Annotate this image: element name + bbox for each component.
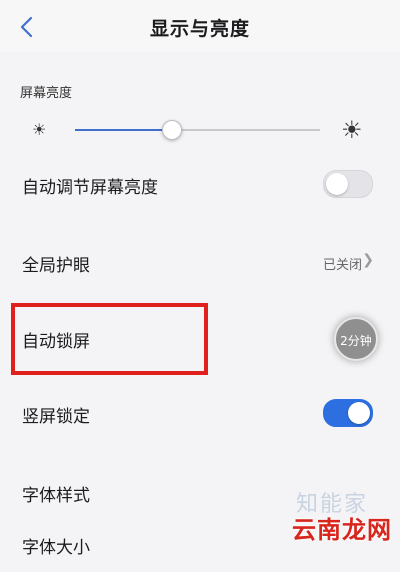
- highlight-box: [11, 303, 208, 375]
- brightness-slider[interactable]: [75, 120, 320, 140]
- eye-care-value: 已关闭: [322, 258, 362, 273]
- auto-brightness-toggle[interactable]: [323, 170, 373, 198]
- top-bar: 显示与亮度: [0, 0, 400, 52]
- chevron-right-icon: ❯: [362, 252, 374, 268]
- eye-care-row[interactable]: 全局护眼 已关闭 ❯: [0, 236, 400, 290]
- page-title: 显示与亮度: [149, 18, 250, 40]
- eye-care-label: 全局护眼: [22, 256, 90, 276]
- portrait-lock-toggle[interactable]: [323, 399, 373, 427]
- brightness-slider-thumb[interactable]: [161, 120, 182, 140]
- toggle-knob: [326, 173, 348, 195]
- toggle-knob: [348, 402, 370, 424]
- portrait-lock-label: 竖屏锁定: [22, 407, 90, 427]
- brightness-slider-row: ☀ ☀: [0, 110, 400, 150]
- watermark-logo: 云南龙网: [292, 516, 392, 544]
- auto-brightness-label: 自动调节屏幕亮度: [22, 178, 158, 198]
- font-style-label: 字体样式: [22, 486, 90, 506]
- brightness-slider-fill: [75, 129, 171, 131]
- brightness-section-label: 屏幕亮度: [20, 86, 73, 101]
- portrait-lock-row[interactable]: 竖屏锁定: [0, 387, 400, 441]
- auto-lock-value: 2分钟: [334, 317, 378, 361]
- sun-large-icon: ☀: [341, 116, 363, 144]
- sun-small-icon: ☀: [32, 120, 47, 139]
- auto-brightness-row[interactable]: 自动调节屏幕亮度: [0, 158, 400, 212]
- font-size-label: 字体大小: [22, 538, 90, 558]
